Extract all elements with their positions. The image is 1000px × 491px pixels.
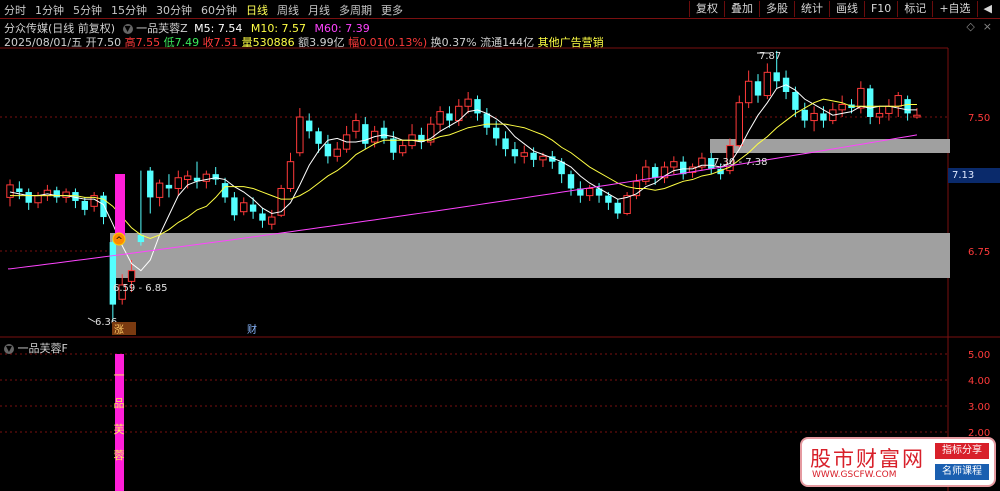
candle-body: [838, 103, 846, 111]
candle-body: [268, 216, 276, 225]
candle-body: [81, 200, 88, 210]
candle-body: [183, 175, 192, 181]
candle-body: [735, 102, 743, 147]
sub-signal-char-4: 蓉: [114, 449, 125, 462]
stock-chart-window: 分时 1分钟 5分钟 15分钟 30分钟 60分钟 日线 周线 月线 多周期 更多 复权 叠加 多股 统计…: [0, 0, 1000, 491]
watermark-badge-course: 名师课程: [935, 464, 989, 480]
candle-body: [483, 113, 491, 128]
candle-body: [493, 127, 500, 139]
sub-y-tick-5: 5.00: [968, 350, 990, 361]
y-tick-750: 7.50: [968, 113, 990, 124]
chevron-down-icon[interactable]: ▼: [4, 344, 14, 354]
candle-body: [810, 112, 818, 122]
y-tick-675: 6.75: [968, 247, 990, 258]
candle-body: [586, 187, 594, 197]
sub-y-tick-4: 4.00: [968, 376, 990, 387]
annotation-low-leader: [87, 317, 96, 323]
zone-659-685: [110, 233, 950, 278]
candle-body: [614, 202, 621, 214]
candle-body: [231, 197, 238, 216]
sub-indicator-name[interactable]: 一品芙蓉F: [18, 342, 68, 355]
candle-body: [502, 138, 509, 150]
candle-body: [857, 87, 865, 109]
candle-body: [259, 213, 266, 221]
candle-body: [127, 270, 136, 282]
candle-body: [155, 182, 164, 198]
candle-body: [174, 177, 183, 189]
candle-body: [539, 155, 547, 161]
candle-body: [558, 161, 565, 175]
candle-body: [34, 195, 42, 204]
event-tag-cai: 财: [247, 323, 257, 336]
candle-body: [324, 143, 332, 157]
candle-body: [773, 72, 780, 82]
svg-text:^: ^: [115, 236, 123, 246]
sub-y-tick-3: 3.00: [968, 402, 990, 413]
candle-body: [763, 71, 772, 97]
candle-body: [240, 202, 248, 213]
candle-body: [147, 170, 154, 198]
candle-body: [511, 149, 519, 157]
candle-body: [43, 189, 52, 197]
zone-label-lower: 6.59 - 6.85: [113, 283, 168, 294]
sub-chart-header: ▼ 一品芙蓉F: [4, 340, 68, 356]
candle-body: [801, 109, 808, 121]
candle-body: [286, 161, 295, 189]
candle-body: [867, 88, 874, 117]
sub-signal-char-3: 芙: [114, 422, 125, 436]
sub-signal-char-2: 品: [114, 397, 125, 410]
candle-body: [16, 188, 23, 193]
current-price-tag: 7.13: [948, 168, 1000, 183]
ma10-line: [10, 98, 917, 240]
candle-body: [315, 131, 322, 144]
candle-body: [680, 161, 687, 175]
candle-body: [380, 127, 388, 139]
signal-bar-main: [115, 174, 125, 236]
site-watermark: 股市财富网 WWW.GSCFW.COM 指标分享 名师课程: [800, 437, 996, 487]
candle-body: [894, 95, 902, 107]
zone-730-738: [710, 139, 950, 153]
candle-body: [913, 114, 921, 118]
candle-body: [474, 99, 481, 114]
watermark-title: 股市财富网: [810, 447, 925, 471]
candle-body: [567, 174, 575, 189]
candle-body: [109, 242, 117, 305]
candle-body: [875, 112, 884, 118]
candle-body: [530, 152, 537, 160]
candle-body: [904, 99, 911, 114]
candle-body: [670, 161, 678, 168]
candle-body: [464, 98, 472, 107]
candle-body: [296, 116, 304, 154]
candle-body: [885, 105, 893, 114]
candle-body: [165, 184, 173, 189]
candles-group: [6, 50, 921, 321]
candle-body: [62, 191, 70, 198]
candle-body: [744, 80, 753, 104]
candle-body: [53, 190, 60, 198]
candle-body: [520, 152, 528, 157]
candle-body: [399, 145, 407, 154]
candle-body: [820, 113, 827, 121]
event-tag-zhang: 涨: [114, 324, 124, 336]
candle-body: [333, 148, 341, 157]
candle-body: [605, 195, 612, 203]
zone-label-upper: 7.30 - 7.38: [713, 157, 768, 168]
candle-body: [212, 174, 219, 180]
candle-body: [221, 183, 229, 198]
candle-body: [249, 204, 257, 212]
candle-body: [651, 167, 659, 178]
watermark-badge-share: 指标分享: [935, 443, 989, 459]
candle-body: [436, 111, 444, 125]
sub-signal-char-1: 一: [114, 369, 125, 382]
candle-body: [754, 81, 762, 96]
candle-body: [792, 91, 799, 110]
candle-body: [352, 120, 360, 132]
candle-body: [25, 192, 32, 203]
candle-body: [446, 113, 453, 121]
candle-body: [306, 120, 313, 132]
kline-chart[interactable]: ^ 7.87 7.30 - 7.38 6.59 - 6.85 6.36 涨 财 …: [0, 0, 1000, 491]
watermark-url: WWW.GSCFW.COM: [812, 470, 897, 480]
